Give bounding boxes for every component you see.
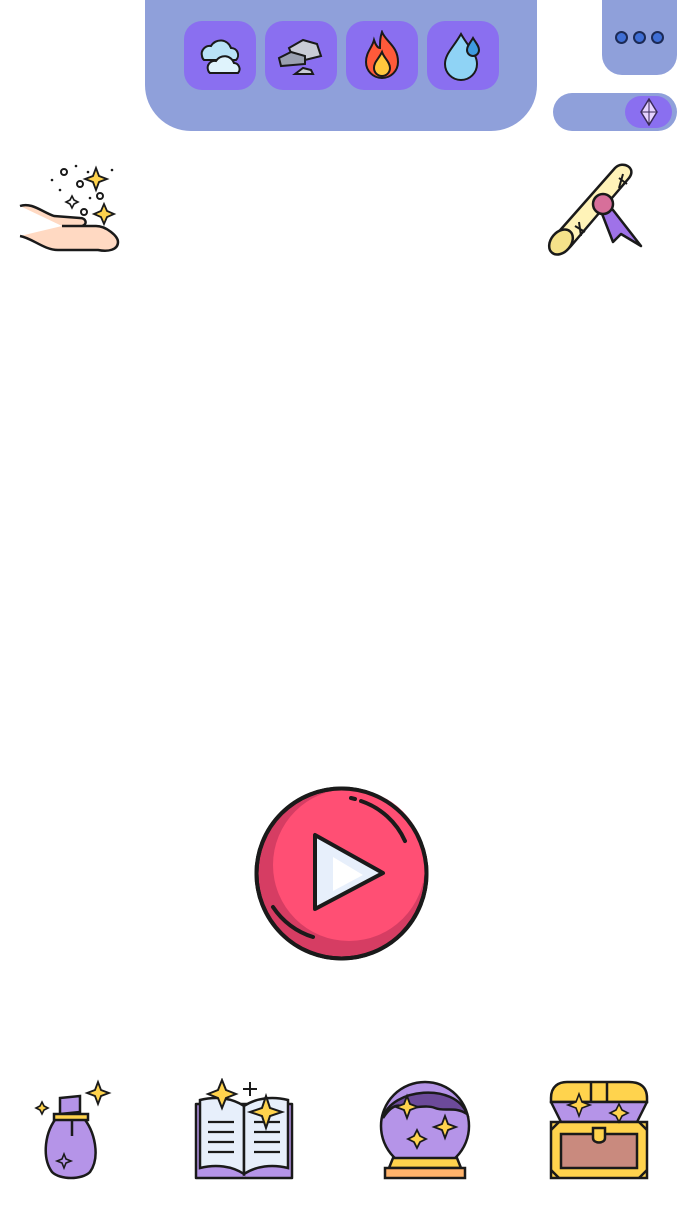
- treasure-chest-button[interactable]: [547, 1078, 651, 1182]
- crystal-ball-button[interactable]: [375, 1078, 479, 1182]
- magic-bag-icon: [34, 1079, 112, 1180]
- air-element-button[interactable]: [184, 21, 256, 90]
- spell-book-button[interactable]: [192, 1077, 296, 1182]
- crystal-ball-icon: [379, 1080, 471, 1180]
- more-dots-icon: [615, 31, 628, 44]
- spell-book-icon: [194, 1077, 294, 1180]
- crystal-icon: [639, 98, 658, 126]
- magic-bag-button[interactable]: [30, 1078, 134, 1182]
- play-button[interactable]: [253, 785, 430, 962]
- scroll-icon: [547, 163, 643, 256]
- crystal-counter: [553, 93, 677, 131]
- game-screen: [0, 0, 682, 1220]
- water-drop-icon: [443, 31, 481, 81]
- treasure-chest-icon: [549, 1080, 649, 1180]
- cloud-icon: [200, 39, 241, 74]
- more-dots-icon-dot: [633, 31, 646, 44]
- scroll-button[interactable]: [543, 158, 647, 258]
- water-element-button[interactable]: [427, 21, 499, 90]
- elements-panel: [145, 0, 537, 131]
- fire-icon: [364, 29, 400, 79]
- rock-icon: [277, 38, 323, 75]
- magic-hand-icon: [19, 164, 120, 252]
- earth-element-button[interactable]: [265, 21, 337, 90]
- more-dots-icon-dot: [651, 31, 664, 44]
- magic-hand-button[interactable]: [18, 162, 122, 256]
- play-icon: [254, 786, 429, 961]
- menu-button[interactable]: [602, 0, 677, 75]
- crystal-button[interactable]: [625, 96, 672, 128]
- fire-element-button[interactable]: [346, 21, 418, 90]
